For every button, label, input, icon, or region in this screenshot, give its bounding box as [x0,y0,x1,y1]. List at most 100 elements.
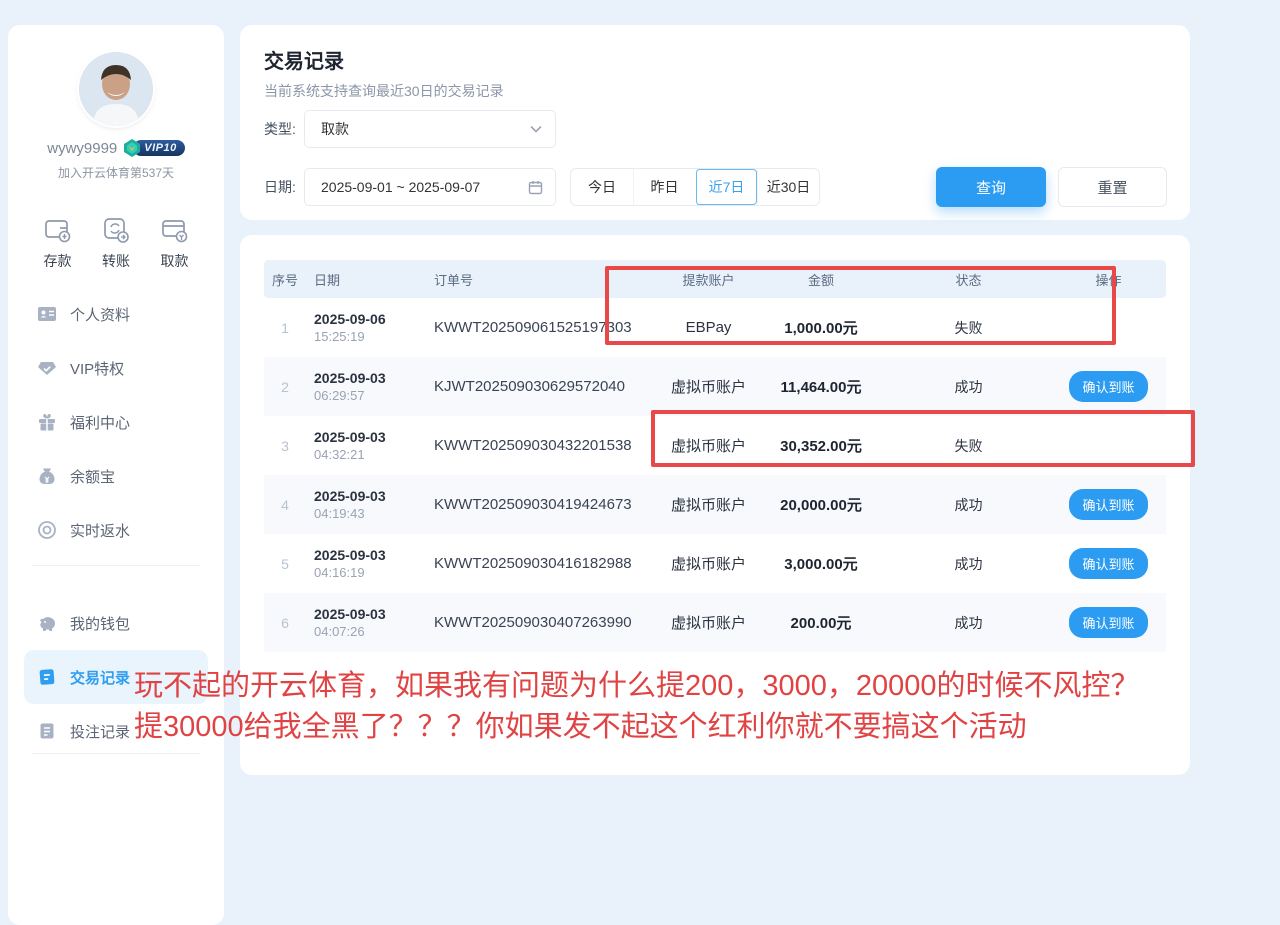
column-header: 金额 [756,270,886,289]
time-value: 15:25:19 [314,329,426,344]
date-value: 2025-09-06 [314,311,426,327]
table-row: 1 2025-09-06 15:25:19KWWT20250906152519730… [264,298,1166,357]
cell-action: 确认到账 [1051,548,1166,579]
query-button[interactable]: 查询 [936,167,1046,207]
time-value: 04:19:43 [314,506,426,521]
sidebar-item-welfare[interactable]: 福利中心 [8,395,224,449]
cell-status: 失败 [886,318,1051,338]
time-value: 04:32:21 [314,447,426,462]
cell-row-number: 5 [264,556,306,572]
sidebar-item-label: 福利中心 [70,412,130,433]
date-range-input[interactable]: 2025-09-01 ~ 2025-09-07 [304,168,556,206]
column-header: 日期 [306,270,426,289]
date-range-quick-buttons: 今日 昨日 近7日 近30日 [570,168,820,206]
type-select-value: 取款 [321,119,529,139]
bets-icon [37,721,57,741]
complaint-line-2: 提30000给我全黑了？？？你如果发不起这个红利你就不要搞这个活动 [134,707,1264,748]
sidebar-item-rebate[interactable]: 实时返水 [8,503,224,557]
reset-button[interactable]: 重置 [1058,167,1167,207]
cell-order-number: KWWT202509061525197303 [426,319,661,336]
time-value: 06:29:57 [314,388,426,403]
cell-action: 确认到账 [1051,489,1166,520]
sidebar-item-my-wallet[interactable]: 我的钱包 [8,596,224,650]
cell-row-number: 3 [264,438,306,454]
sidebar-item-vip[interactable]: VIP特权 [8,341,224,395]
range-today-button[interactable]: 今日 [571,169,633,205]
time-value: 04:16:19 [314,565,426,580]
cell-status: 失败 [886,436,1051,456]
cell-date: 2025-09-0304:07:26 [306,606,426,639]
filter-panel: 交易记录 当前系统支持查询最近30日的交易记录 类型: 取款 日期: 2025-… [240,25,1190,220]
cell-row-number: 1 [264,320,306,336]
page-title: 交易记录 [264,45,344,74]
sidebar-item-label: 余额宝 [70,466,115,487]
sidebar: wywy9999 VIP10 加入开云体育第537天 存款 [8,25,224,925]
transfer-icon [101,215,131,245]
id-card-icon [37,304,57,324]
type-select[interactable]: 取款 [304,110,556,148]
moneybag-icon [37,466,57,486]
vip-emblem-icon [123,139,141,157]
confirm-received-button[interactable]: 确认到账 [1069,489,1147,520]
date-value: 2025-09-03 [314,429,426,445]
range-30days-button[interactable]: 近30日 [757,169,819,205]
confirm-received-button[interactable]: 确认到账 [1069,548,1147,579]
calendar-icon [528,180,543,195]
column-header: 状态 [886,270,1051,289]
quick-actions: 存款 转账 取款 [8,215,224,271]
cell-row-number: 4 [264,497,306,513]
date-value: 2025-09-03 [314,547,426,563]
transfer-button[interactable]: 转账 [101,215,131,271]
cell-row-number: 2 [264,379,306,395]
cell-amount: 1,000.00元 [756,317,886,338]
cell-withdraw-account: 虚拟币账户 [661,612,756,633]
table-header: 序号 日期 订单号 提款账户 金额 状态 操作 [264,260,1166,298]
cell-action: 确认到账 [1051,607,1166,638]
cell-action: 确认到账 [1051,371,1166,402]
quick-action-label: 存款 [44,251,72,271]
table-row: 62025-09-0304:07:26KWWT20250903040726399… [264,593,1166,652]
cell-withdraw-account: EBPay [661,319,756,336]
deposit-button[interactable]: 存款 [43,215,73,271]
cell-date: 2025-09-06 15:25:19 [306,311,426,344]
vip-badge: VIP10 [123,139,184,157]
cell-date: 2025-09-03 04:16:19 [306,547,426,580]
avatar-image [79,52,153,126]
sidebar-item-label: 投注记录 [70,721,130,742]
complaint-text: 玩不起的开云体育，如果我有问题为什么提200，3000，20000的时候不风控？… [134,666,1264,748]
sidebar-item-yuebao[interactable]: 余额宝 [8,449,224,503]
confirm-received-button[interactable]: 确认到账 [1069,371,1147,402]
cell-withdraw-account: 虚拟币账户 [661,494,756,515]
deposit-icon [43,215,73,245]
table-row: 32025-09-0304:32:21KWWT20250903043220153… [264,416,1166,475]
profile-section: wywy9999 VIP10 加入开云体育第537天 [8,52,224,181]
avatar[interactable] [79,52,153,126]
sidebar-item-profile[interactable]: 个人资料 [8,287,224,341]
sidebar-item-label: 交易记录 [70,667,130,688]
date-value: 2025-09-03 [314,606,426,622]
cell-withdraw-account: 虚拟币账户 [661,553,756,574]
date-filter-label: 日期: [264,168,296,206]
gift-icon [37,412,57,432]
rebate-icon [37,520,57,540]
cell-amount: 200.00元 [756,612,886,633]
cell-withdraw-account: 虚拟币账户 [661,435,756,456]
username: wywy9999 [47,140,117,157]
range-yesterday-button[interactable]: 昨日 [633,169,695,205]
type-filter-label: 类型: [264,110,296,148]
cell-status: 成功 [886,613,1051,633]
cell-order-number: KWWT202509030407263990 [426,614,661,631]
cell-order-number: KJWT202509030629572040 [426,378,661,395]
column-header: 提款账户 [661,270,756,289]
cell-amount: 20,000.00元 [756,494,886,515]
cell-withdraw-account: 虚拟币账户 [661,376,756,397]
withdraw-button[interactable]: 取款 [160,215,190,271]
sidebar-item-label: 实时返水 [70,520,130,541]
cell-amount: 3,000.00元 [756,553,886,574]
cell-status: 成功 [886,554,1051,574]
column-header: 序号 [264,270,306,289]
confirm-received-button[interactable]: 确认到账 [1069,607,1147,638]
cell-amount: 30,352.00元 [756,435,886,456]
wallet-icon [37,613,57,633]
range-7days-button[interactable]: 近7日 [695,169,757,205]
